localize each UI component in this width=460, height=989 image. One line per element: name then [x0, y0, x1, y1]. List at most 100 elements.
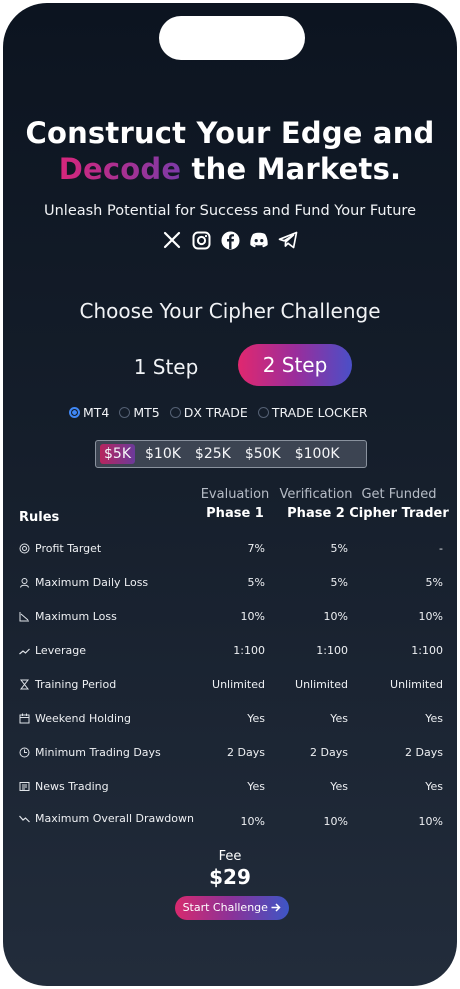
cell-phase1: Yes	[247, 712, 265, 725]
cell-phase2: 10%	[323, 610, 348, 623]
platform-label: MT5	[133, 405, 160, 420]
rules-header: Rules	[19, 510, 60, 525]
row-label-text: Maximum Daily Loss	[35, 576, 149, 589]
row-label-text: News Trading	[35, 780, 109, 793]
column-header-bottom: Cipher Trader	[349, 506, 449, 521]
cell-funded: 10%	[418, 610, 443, 623]
row-label: Leverage	[19, 644, 86, 657]
row-label-text: Maximum Overall Drawdown	[35, 812, 194, 825]
row-label: Profit Target	[19, 542, 101, 555]
calendar-icon	[19, 713, 30, 724]
row-label-text: Minimum Trading Days	[35, 746, 161, 759]
platform-label: TRADE LOCKER	[271, 405, 368, 420]
cell-phase1: 5%	[247, 576, 265, 589]
table-row: News Trading Yes Yes Yes	[3, 780, 457, 800]
row-label-text: Training Period	[35, 678, 117, 691]
hero-title-line1: Construct Your Edge and	[25, 116, 435, 150]
cell-phase1: 7%	[247, 542, 265, 555]
cell-funded: 10%	[418, 815, 443, 828]
platform-option-dx-trade[interactable]: DX TRADE	[169, 405, 248, 420]
cell-funded: 1:100	[411, 644, 443, 657]
cell-phase2: 5%	[330, 542, 348, 555]
telegram-icon[interactable]	[278, 230, 298, 250]
start-challenge-button[interactable]: Start Challenge	[175, 896, 289, 920]
platform-label: DX TRADE	[183, 405, 248, 420]
hero-title-accent: Decode	[58, 152, 182, 186]
cell-phase2: 2 Days	[310, 746, 348, 759]
trend-down-icon	[19, 813, 30, 824]
platform-option-mt4[interactable]: MT4	[69, 405, 109, 420]
cell-funded: Yes	[425, 780, 443, 793]
cell-funded: Unlimited	[390, 678, 443, 691]
table-row: Profit Target 7% 5% -	[3, 542, 457, 562]
hero-subtitle: Unleash Potential for Success and Fund Y…	[43, 203, 416, 219]
row-label: Weekend Holding	[19, 712, 131, 725]
hero-title: Construct Your Edge and Decode the Marke…	[3, 115, 457, 187]
cell-funded: -	[439, 542, 443, 555]
cell-phase1: 10%	[240, 610, 265, 623]
cell-phase2: Yes	[330, 780, 348, 793]
cell-phase2: 1:100	[316, 644, 348, 657]
cell-funded: Yes	[425, 712, 443, 725]
size-option-50k[interactable]: $50K	[241, 444, 285, 464]
table-row: Weekend Holding Yes Yes Yes	[3, 712, 457, 732]
hero-title-rest: the Markets.	[181, 152, 402, 186]
challenge-heading: Choose Your Cipher Challenge	[79, 299, 381, 323]
size-option-100k[interactable]: $100K	[291, 444, 344, 464]
column-header-funded: Get Funded Cipher Trader	[349, 487, 449, 521]
clock-icon	[19, 747, 30, 758]
size-option-5k[interactable]: $5K	[100, 444, 135, 464]
hourglass-icon	[19, 679, 30, 690]
radio-selected-icon[interactable]	[69, 407, 80, 418]
size-option-10k[interactable]: $10K	[141, 444, 185, 464]
table-row: Minimum Trading Days 2 Days 2 Days 2 Day…	[3, 746, 457, 766]
row-label: Minimum Trading Days	[19, 746, 161, 759]
size-option-25k[interactable]: $25K	[191, 444, 235, 464]
row-label: News Trading	[19, 780, 109, 793]
cell-phase1: 10%	[240, 815, 265, 828]
cell-funded: 2 Days	[405, 746, 443, 759]
row-label-text: Weekend Holding	[35, 712, 132, 725]
row-label-text: Maximum Loss	[35, 610, 117, 623]
cell-phase2: Yes	[330, 712, 348, 725]
row-label: Maximum Overall Drawdown	[19, 812, 194, 825]
step-option-1[interactable]: 1 Step	[130, 347, 202, 387]
table-row: Maximum Loss 10% 10% 10%	[3, 610, 457, 630]
cell-phase1: 2 Days	[227, 746, 265, 759]
social-links	[3, 230, 457, 250]
column-header-top: Get Funded	[361, 487, 437, 502]
start-challenge-label: Start Challenge	[182, 901, 268, 914]
fee-value: $29	[209, 865, 251, 889]
target-icon	[19, 543, 30, 554]
radio-icon[interactable]	[119, 407, 131, 418]
table-row: Maximum Overall Drawdown 10% 10% 10%	[3, 812, 457, 832]
radio-icon[interactable]	[169, 407, 181, 418]
discord-icon[interactable]	[249, 230, 269, 250]
daily-loss-icon	[19, 577, 30, 588]
cell-phase1: 1:100	[233, 644, 265, 657]
platform-selector: MT4 MT5 DX TRADE TRADE LOCKER	[69, 405, 372, 420]
instagram-icon[interactable]	[191, 230, 211, 250]
account-size-selector: $5K $10K $25K $50K $100K	[95, 440, 367, 468]
cell-phase2: 5%	[330, 576, 348, 589]
arrow-right-icon	[271, 901, 281, 914]
x-icon[interactable]	[162, 230, 182, 250]
platform-label: MT4	[83, 405, 110, 420]
table-row: Leverage 1:100 1:100 1:100	[3, 644, 457, 664]
table-row: Maximum Daily Loss 5% 5% 5%	[3, 576, 457, 596]
row-label: Maximum Loss	[19, 610, 117, 623]
platform-option-mt5[interactable]: MT5	[119, 405, 160, 420]
row-label-text: Leverage	[35, 644, 86, 657]
fee-label: Fee	[218, 849, 242, 864]
facebook-icon[interactable]	[220, 230, 240, 250]
step-option-2[interactable]: 2 Step	[238, 344, 352, 386]
platform-option-trade-locker[interactable]: TRADE LOCKER	[257, 405, 368, 420]
table-row: Training Period Unlimited Unlimited Unli…	[3, 678, 457, 698]
cell-phase1: Yes	[247, 780, 265, 793]
cell-phase1: Unlimited	[212, 678, 265, 691]
leverage-icon	[19, 645, 30, 656]
row-label-text: Profit Target	[35, 542, 102, 555]
notch	[159, 16, 305, 60]
newspaper-icon	[19, 781, 30, 792]
radio-icon[interactable]	[257, 407, 269, 418]
